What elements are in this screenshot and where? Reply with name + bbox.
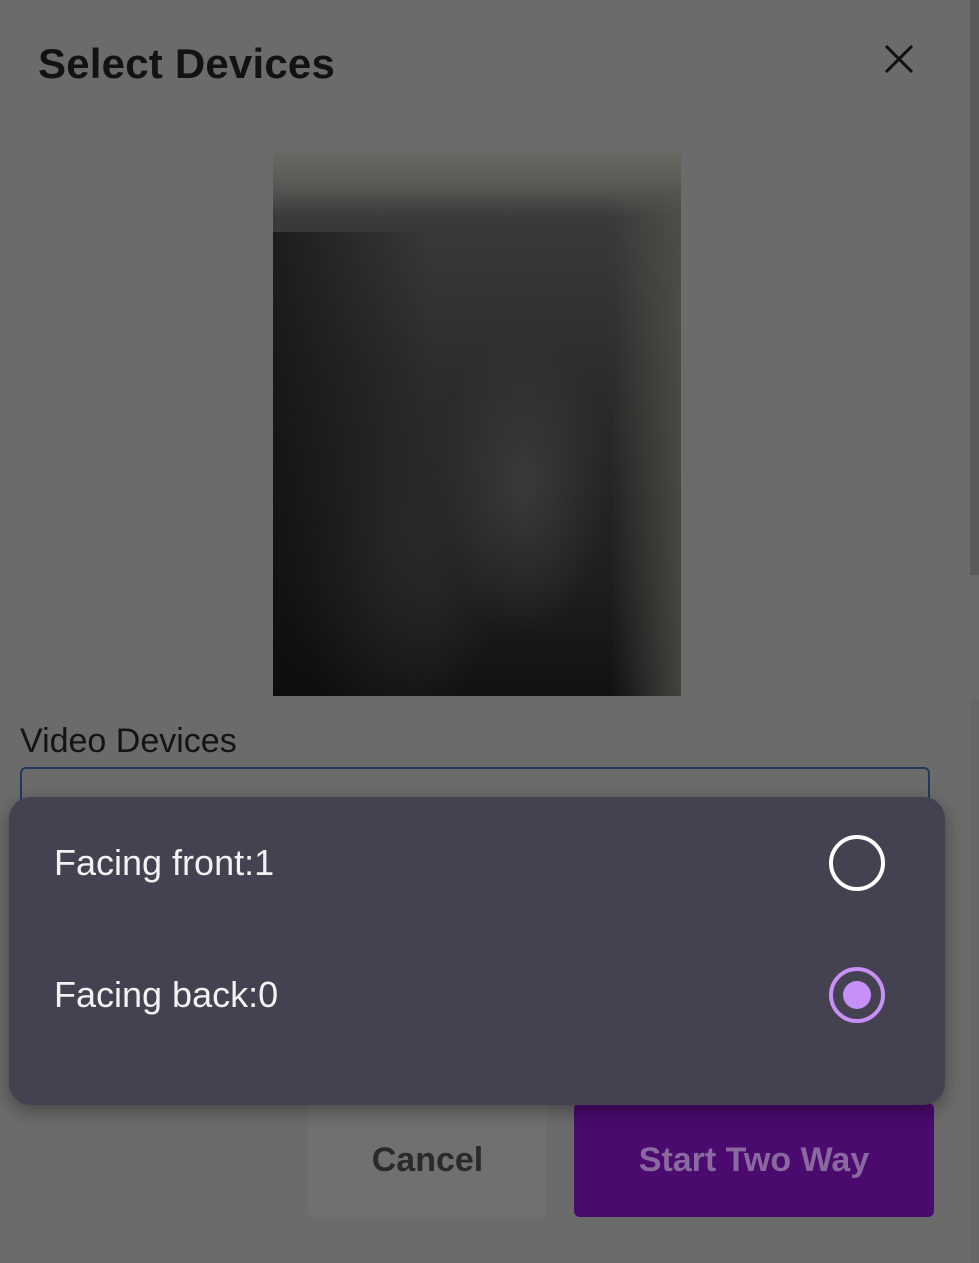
option-label: Facing front:1 bbox=[54, 842, 275, 883]
radio-unchecked-icon[interactable] bbox=[829, 835, 885, 891]
scrollbar-track bbox=[970, 700, 979, 1263]
option-label: Facing back:0 bbox=[54, 974, 279, 1015]
camera-preview bbox=[273, 152, 681, 696]
preview-highlight bbox=[611, 192, 681, 696]
option-facing-back[interactable]: Facing back:0 bbox=[9, 945, 945, 1045]
scrollbar[interactable] bbox=[970, 0, 979, 575]
device-options-popup: Facing front:1 Facing back:0 bbox=[9, 797, 945, 1105]
preview-shadow bbox=[273, 232, 433, 696]
close-icon bbox=[884, 44, 914, 74]
cancel-button[interactable]: Cancel bbox=[308, 1103, 547, 1217]
start-two-way-button[interactable]: Start Two Way bbox=[574, 1103, 934, 1217]
radio-checked-icon[interactable] bbox=[829, 967, 885, 1023]
dialog-title: Select Devices bbox=[38, 40, 336, 87]
video-devices-label: Video Devices bbox=[20, 722, 237, 760]
option-facing-front[interactable]: Facing front:1 bbox=[9, 813, 945, 913]
close-button[interactable] bbox=[876, 38, 922, 84]
